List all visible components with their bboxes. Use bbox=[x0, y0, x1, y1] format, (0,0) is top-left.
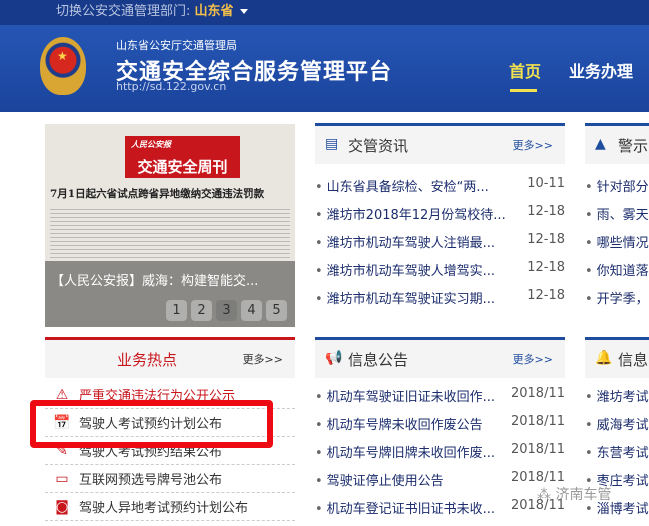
item-date: 2018/11 bbox=[510, 442, 565, 457]
paper-headline: 7月1日起六省试点跨省异地缴纳交通违法罚款 bbox=[50, 188, 265, 200]
list-item[interactable]: • 潍坊市机动车驾驶人注销最... 12-18 bbox=[315, 232, 565, 260]
item-date: 12-18 bbox=[527, 260, 565, 275]
nav-active-indicator bbox=[510, 89, 537, 92]
province-select[interactable]: 山东省 bbox=[195, 4, 234, 19]
info-header: 🔔 信息 bbox=[585, 337, 649, 378]
item-title[interactable]: 淄博考试 bbox=[597, 502, 649, 517]
watermark: ⁂ 济南车管 bbox=[537, 487, 612, 503]
switch-label: 切换公安交通管理部门: bbox=[56, 4, 191, 19]
item-date: 2018/11 bbox=[510, 414, 565, 429]
list-item[interactable]: • 潍坊市机动车驾驶人增驾实... 12-18 bbox=[315, 260, 565, 288]
list-item[interactable]: • 哪些情况 bbox=[585, 232, 649, 260]
newspaper-icon: ▤ bbox=[325, 136, 339, 152]
item-title[interactable]: 雨、雾天 bbox=[597, 208, 649, 223]
hot-header: 业务热点 更多>> bbox=[45, 337, 295, 378]
list-item[interactable]: • 机动车号牌旧牌未收回作废... 2018/11 bbox=[315, 442, 565, 470]
warning-icon: ▲ bbox=[595, 136, 606, 152]
list-item[interactable]: • 潍坊市机动车驾驶证实习期... 12-18 bbox=[315, 288, 565, 316]
item-title[interactable]: 东营考试 bbox=[597, 446, 649, 461]
highlight-box bbox=[30, 400, 273, 448]
notice-more-link[interactable]: 更多>> bbox=[513, 351, 553, 367]
item-date: 12-18 bbox=[527, 288, 565, 303]
list-item[interactable]: • 潍坊考试 bbox=[585, 386, 649, 414]
hot-item[interactable]: ◙ 驾驶人异地考试预约计划公布 bbox=[45, 493, 295, 521]
warning-header: ▲ 警示 bbox=[585, 123, 649, 164]
carousel-page-2[interactable]: 2 bbox=[191, 300, 212, 321]
item-title[interactable]: 机动车驾驶证旧证未收回作... bbox=[327, 390, 495, 405]
carousel-caption[interactable]: 【人民公安报】威海：构建智能交... bbox=[51, 270, 258, 289]
item-title[interactable]: 开学季， bbox=[597, 292, 649, 307]
item-date: 12-18 bbox=[527, 232, 565, 247]
info-list: • 潍坊考试 • 威海考试 • 东营考试 • 枣庄考试 • 淄博考试 bbox=[585, 386, 649, 526]
site-header: ★ 山东省公安厅交通管理局 交通安全综合服务管理平台 http://sd.122… bbox=[0, 25, 649, 112]
department-switcher[interactable]: 切换公安交通管理部门: 山东省 bbox=[0, 0, 649, 25]
list-item[interactable]: • 雨、雾天 bbox=[585, 204, 649, 232]
hot-item-label: 互联网预选号牌号池公布 bbox=[79, 473, 223, 488]
carousel-page-5[interactable]: 5 bbox=[266, 300, 287, 321]
camera-icon: ◙ bbox=[55, 498, 69, 515]
carousel-page-4[interactable]: 4 bbox=[241, 300, 262, 321]
newspaper-masthead: 人民公安报交通安全周刊 bbox=[125, 136, 240, 178]
nav-home[interactable]: 首页 bbox=[509, 58, 541, 82]
police-emblem-logo: ★ bbox=[40, 37, 86, 95]
hot-title: 业务热点 bbox=[117, 351, 178, 369]
list-item[interactable]: • 针对部分 bbox=[585, 176, 649, 204]
list-item[interactable]: • 东营考试 bbox=[585, 442, 649, 470]
list-item[interactable]: • 威海考试 bbox=[585, 414, 649, 442]
item-title[interactable]: 机动车号牌旧牌未收回作废... bbox=[327, 446, 495, 461]
carousel-caption-bar: 【人民公安报】威海：构建智能交... 1 2 3 4 5 bbox=[45, 261, 295, 327]
item-title[interactable]: 潍坊市机动车驾驶证实习期... bbox=[327, 292, 495, 307]
list-item[interactable]: • 机动车登记证书旧证书未收... 2018/11 bbox=[315, 498, 565, 526]
item-title[interactable]: 潍坊市机动车驾驶人增驾实... bbox=[327, 264, 495, 279]
list-item[interactable]: • 驾驶证停止使用公告 2018/11 bbox=[315, 470, 565, 498]
nav-business[interactable]: 业务办理 bbox=[569, 58, 633, 82]
watermark-text: 济南车管 bbox=[555, 487, 612, 503]
org-name: 山东省公安厅交通管理局 bbox=[116, 39, 237, 52]
notice-header: 📢 信息公告 更多>> bbox=[315, 337, 565, 378]
news-list: • 山东省具备综检、安检“两... 10-11 • 潍坊市2018年12月份驾校待..… bbox=[315, 176, 565, 316]
bell-icon: 🔔 bbox=[595, 350, 613, 366]
item-title[interactable]: 机动车号牌未收回作废公告 bbox=[327, 418, 483, 433]
list-item[interactable]: • 机动车号牌未收回作废公告 2018/11 bbox=[315, 414, 565, 442]
paper-brand: 人民公安报 bbox=[131, 139, 171, 149]
hot-more-link[interactable]: 更多>> bbox=[243, 351, 283, 367]
item-title[interactable]: 驾驶证停止使用公告 bbox=[327, 474, 444, 489]
news-more-link[interactable]: 更多>> bbox=[513, 137, 553, 153]
item-title[interactable]: 你知道落 bbox=[597, 264, 649, 279]
warning-title: 警示 bbox=[618, 137, 649, 155]
item-title[interactable]: 山东省具备综检、安检“两... bbox=[327, 180, 489, 195]
item-title[interactable]: 针对部分 bbox=[597, 180, 649, 195]
news-header: ▤ 交管资讯 更多>> bbox=[315, 123, 565, 164]
hot-item[interactable]: ▭ 互联网预选号牌号池公布 bbox=[45, 465, 295, 493]
notice-title: 信息公告 bbox=[348, 351, 409, 369]
list-item[interactable]: • 机动车驾驶证旧证未收回作... 2018/11 bbox=[315, 386, 565, 414]
item-date: 2018/11 bbox=[510, 386, 565, 401]
item-date: 12-18 bbox=[527, 204, 565, 219]
news-carousel[interactable]: 人民公安报交通安全周刊 7月1日起六省试点跨省异地缴纳交通违法罚款 【人民公安报… bbox=[45, 124, 295, 327]
notice-list: • 机动车驾驶证旧证未收回作... 2018/11 • 机动车号牌未收回作废公告 201… bbox=[315, 386, 565, 526]
list-item[interactable]: • 你知道落 bbox=[585, 260, 649, 288]
hot-item-label: 驾驶人异地考试预约计划公布 bbox=[79, 501, 249, 516]
paper-body-text bbox=[50, 209, 290, 259]
item-title[interactable]: 潍坊考试 bbox=[597, 390, 649, 405]
item-title[interactable]: 潍坊市机动车驾驶人注销最... bbox=[327, 236, 495, 251]
plate-icon: ▭ bbox=[55, 470, 69, 487]
list-item[interactable]: • 潍坊市2018年12月份驾校待... 12-18 bbox=[315, 204, 565, 232]
caret-down-icon bbox=[239, 9, 248, 14]
item-date: 10-11 bbox=[527, 176, 565, 191]
item-title[interactable]: 机动车登记证书旧证书未收... bbox=[327, 502, 495, 517]
info-title: 信息 bbox=[618, 351, 649, 369]
item-title[interactable]: 威海考试 bbox=[597, 418, 649, 433]
news-title: 交管资讯 bbox=[348, 137, 409, 155]
megaphone-icon: 📢 bbox=[325, 350, 343, 366]
item-title[interactable]: 潍坊市2018年12月份驾校待... bbox=[327, 208, 506, 223]
carousel-page-3[interactable]: 3 bbox=[216, 300, 237, 321]
item-title[interactable]: 哪些情况 bbox=[597, 236, 649, 251]
list-item[interactable]: • 开学季， bbox=[585, 288, 649, 316]
warning-list: • 针对部分 • 雨、雾天 • 哪些情况 • 你知道落 • 开学季， bbox=[585, 176, 649, 316]
list-item[interactable]: • 山东省具备综检、安检“两... 10-11 bbox=[315, 176, 565, 204]
carousel-page-1[interactable]: 1 bbox=[166, 300, 187, 321]
site-url: http://sd.122.gov.cn bbox=[116, 80, 227, 93]
paper-title: 交通安全周刊 bbox=[137, 158, 228, 176]
